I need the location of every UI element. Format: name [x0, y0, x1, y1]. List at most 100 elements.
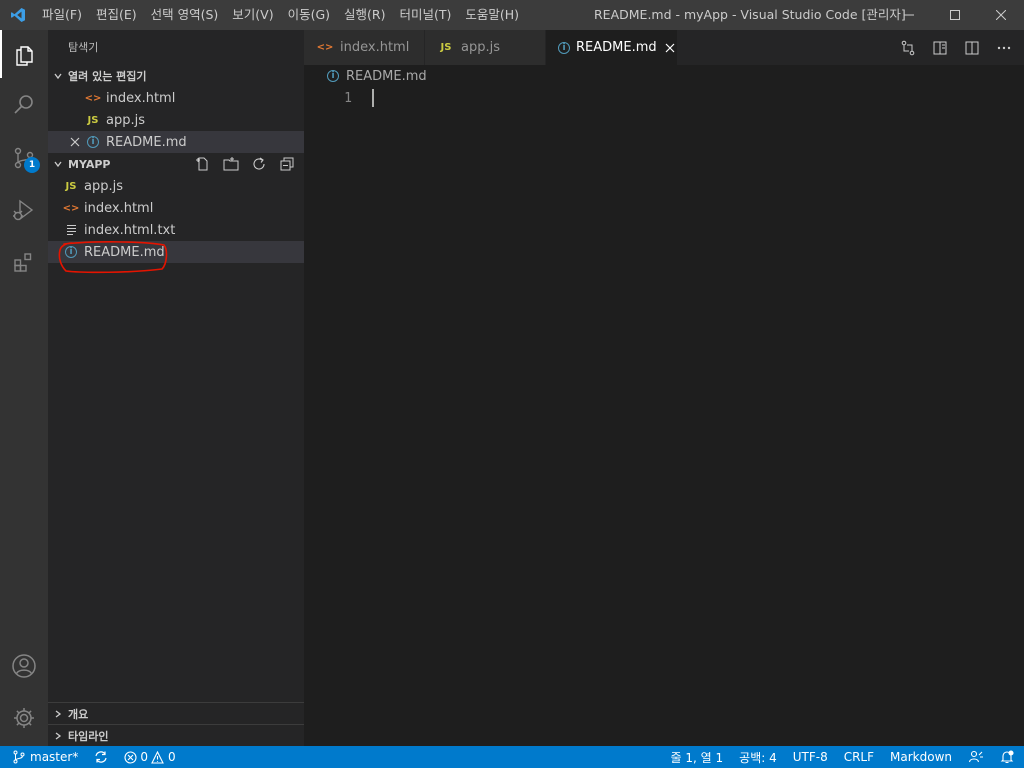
chevron-down-icon [48, 71, 68, 81]
tab-index-html[interactable]: <> index.html [304, 30, 425, 65]
branch-name: master* [30, 750, 79, 764]
close-icon[interactable] [66, 137, 84, 147]
encoding[interactable]: UTF-8 [785, 746, 836, 768]
account-icon[interactable] [0, 642, 48, 690]
open-editor-item[interactable]: JS app.js [48, 109, 304, 131]
activity-bar: 1 [0, 30, 48, 746]
html-icon: <> [62, 202, 80, 214]
menu-run[interactable]: 실행(R) [337, 0, 392, 30]
html-icon: <> [84, 92, 102, 104]
menu-terminal[interactable]: 터미널(T) [393, 0, 459, 30]
tab-label: index.html [340, 40, 410, 55]
new-file-icon[interactable] [192, 153, 214, 175]
open-editors-header[interactable]: 열려 있는 편집기 [48, 65, 304, 87]
branch-status[interactable]: master* [0, 746, 84, 768]
info-icon: i [324, 70, 342, 82]
timeline-label: 타임라인 [68, 730, 109, 743]
sidebar-title: 탐색기 [68, 41, 99, 54]
git-branch-icon [13, 750, 25, 764]
status-bar: master* 0 0 줄 1, 열 1 공백: 4 UTF-8 CRLF Ma… [0, 746, 1024, 768]
line-number: 1 [344, 91, 352, 106]
chevron-down-icon [48, 159, 68, 169]
tab-label: app.js [461, 40, 500, 55]
more-actions-icon[interactable] [994, 38, 1014, 58]
open-changes-icon[interactable] [898, 38, 918, 58]
explorer-actions [192, 153, 298, 175]
info-icon: i [62, 246, 80, 258]
chevron-right-icon [48, 709, 68, 719]
title-bar: 파일(F) 편집(E) 선택 영역(S) 보기(V) 이동(G) 실행(R) 터… [0, 0, 1024, 30]
status-bar-right: 줄 1, 열 1 공백: 4 UTF-8 CRLF Markdown [663, 746, 1024, 768]
window-controls [886, 0, 1024, 30]
file-item[interactable]: <> index.html [48, 197, 304, 219]
explorer-sidebar: 탐색기 열려 있는 편집기 <> index.html JS app.js i … [48, 30, 304, 746]
minimize-icon[interactable] [886, 0, 932, 30]
menu-selection[interactable]: 선택 영역(S) [144, 0, 226, 30]
file-item[interactable]: index.html.txt [48, 219, 304, 241]
error-count: 0 [140, 750, 148, 764]
file-name: app.js [84, 178, 123, 194]
menu-help[interactable]: 도움말(H) [458, 0, 526, 30]
file-name: index.html.txt [84, 222, 176, 238]
info-icon: i [558, 41, 570, 54]
tab-label: README.md [576, 40, 657, 55]
file-name: README.md [84, 244, 165, 260]
tab-app-js[interactable]: JS app.js [425, 30, 546, 65]
vscode-logo-icon [0, 0, 35, 30]
open-editor-item-active[interactable]: i README.md [48, 131, 304, 153]
cursor-position[interactable]: 줄 1, 열 1 [663, 746, 732, 768]
open-editor-name: app.js [106, 112, 145, 128]
close-icon[interactable] [665, 40, 675, 56]
line-ending[interactable]: CRLF [836, 746, 882, 768]
project-header[interactable]: MYAPP [48, 153, 304, 175]
settings-gear-icon[interactable] [0, 694, 48, 742]
source-control-icon[interactable]: 1 [0, 134, 48, 182]
new-folder-icon[interactable] [220, 153, 242, 175]
warning-count: 0 [167, 750, 176, 764]
menu-edit[interactable]: 편집(E) [89, 0, 144, 30]
breadcrumb[interactable]: i README.md [304, 65, 1024, 87]
open-preview-icon[interactable] [930, 38, 950, 58]
extensions-icon[interactable] [0, 238, 48, 286]
menu-bar: 파일(F) 편집(E) 선택 영역(S) 보기(V) 이동(G) 실행(R) 터… [35, 0, 526, 30]
js-icon: JS [87, 114, 99, 126]
timeline-section[interactable]: 타임라인 [48, 724, 304, 746]
project-label: MYAPP [68, 157, 111, 171]
collapse-all-icon[interactable] [276, 153, 298, 175]
scm-badge: 1 [24, 157, 40, 173]
menu-view[interactable]: 보기(V) [225, 0, 280, 30]
editor-actions [898, 30, 1014, 65]
file-name: index.html [84, 200, 154, 216]
menu-go[interactable]: 이동(G) [281, 0, 337, 30]
maximize-icon[interactable] [932, 0, 978, 30]
error-icon [124, 750, 137, 764]
outline-section[interactable]: 개요 [48, 702, 304, 724]
outline-label: 개요 [68, 708, 89, 721]
editor-area[interactable]: 1 [304, 87, 1024, 746]
text-file-icon [62, 225, 80, 235]
open-editors-label: 열려 있는 편집기 [68, 70, 147, 83]
close-window-icon[interactable] [978, 0, 1024, 30]
refresh-icon[interactable] [248, 153, 270, 175]
text-cursor [372, 89, 374, 107]
chevron-right-icon [48, 731, 68, 741]
menu-file[interactable]: 파일(F) [35, 0, 89, 30]
split-editor-icon[interactable] [962, 38, 982, 58]
file-item-selected[interactable]: i README.md [48, 241, 304, 263]
notifications-icon[interactable] [992, 746, 1024, 768]
problems-status[interactable]: 0 0 [118, 746, 181, 768]
explorer-icon[interactable] [0, 30, 48, 78]
sync-icon[interactable] [84, 746, 118, 768]
window-title: README.md - myApp - Visual Studio Code [… [594, 7, 906, 22]
file-item[interactable]: JS app.js [48, 175, 304, 197]
run-debug-icon[interactable] [0, 186, 48, 234]
open-editor-item[interactable]: <> index.html [48, 87, 304, 109]
search-icon[interactable] [0, 80, 48, 128]
indentation[interactable]: 공백: 4 [731, 746, 785, 768]
feedback-icon[interactable] [960, 746, 992, 768]
breadcrumb-file: README.md [346, 68, 427, 84]
warning-icon [151, 750, 164, 764]
open-editor-name: index.html [106, 90, 176, 106]
language-mode[interactable]: Markdown [882, 746, 960, 768]
tab-readme-md[interactable]: i README.md [546, 30, 678, 65]
